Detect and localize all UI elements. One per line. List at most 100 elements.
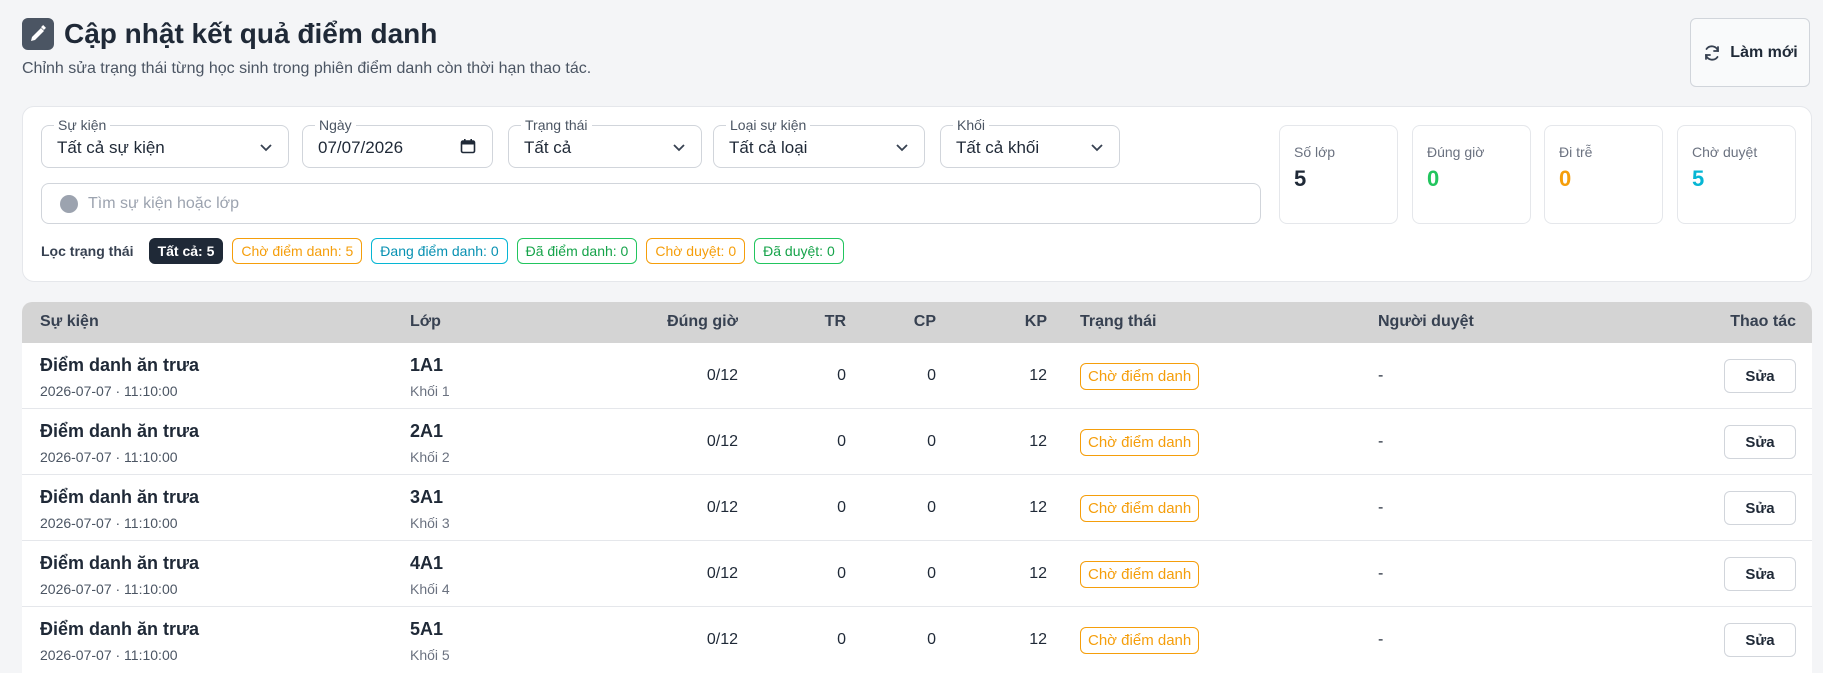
edit-button[interactable]: Sửa xyxy=(1724,557,1796,591)
status-chip[interactable]: Đã điểm danh: 0 xyxy=(516,238,638,264)
table-row: Điểm danh ăn trưa 2026-07-07 · 11:10:00 … xyxy=(22,475,1812,541)
table-row: Điểm danh ăn trưa 2026-07-07 · 11:10:00 … xyxy=(22,541,1812,607)
cp-count: 0 xyxy=(927,499,936,516)
stat-value: 0 xyxy=(1427,166,1440,191)
search-icon xyxy=(60,195,78,213)
page-header: Cập nhật kết quả điểm danh Chỉnh sửa trạ… xyxy=(22,18,1812,88)
refresh-label: Làm mới xyxy=(1730,43,1798,61)
stat-label: Đi trễ xyxy=(1559,144,1593,160)
status-badge: Chờ điểm danh xyxy=(1080,561,1200,588)
event-time: 2026-07-07 · 11:10:00 xyxy=(40,647,178,663)
edit-button[interactable]: Sửa xyxy=(1724,359,1796,393)
date-input[interactable]: Ngày 07/07/2026 xyxy=(302,117,493,168)
status-filter-chips: Lọc trạng thái Tất cả: 5 Chờ điểm danh: … xyxy=(41,238,844,264)
event-time: 2026-07-07 · 11:10:00 xyxy=(40,515,178,531)
event-select-value: Tất cả sự kiện xyxy=(57,138,165,157)
stat-label: Số lớp xyxy=(1294,144,1336,160)
cp-count: 0 xyxy=(927,367,936,384)
chevron-down-icon xyxy=(673,144,685,152)
class-grade: Khối 2 xyxy=(410,449,450,465)
filter-panel: Sự kiện Tất cả sự kiện Ngày 07/07/2026 T… xyxy=(22,106,1812,282)
cp-count: 0 xyxy=(927,631,936,648)
tr-count: 0 xyxy=(837,565,846,582)
status-badge: Chờ điểm danh xyxy=(1080,495,1200,522)
search-box xyxy=(41,183,1261,224)
event-name: Điểm danh ăn trưa xyxy=(40,553,200,573)
class-name: 5A1 xyxy=(410,619,444,639)
cp-count: 0 xyxy=(927,565,936,582)
event-type-select-value: Tất cả loại xyxy=(729,138,808,157)
table-header: Sự kiện Lớp Đúng giờ TR CP KP Trạng thái… xyxy=(22,302,1812,343)
col-on-time[interactable]: Đúng giờ xyxy=(667,313,738,331)
event-name: Điểm danh ăn trưa xyxy=(40,355,200,375)
class-grade: Khối 3 xyxy=(410,515,450,531)
approver: - xyxy=(1378,433,1384,450)
class-grade: Khối 4 xyxy=(410,581,450,597)
approver: - xyxy=(1378,499,1384,516)
class-name: 3A1 xyxy=(410,487,444,507)
refresh-icon xyxy=(1705,44,1720,61)
status-badge: Chờ điểm danh xyxy=(1080,363,1200,390)
col-class[interactable]: Lớp xyxy=(410,313,441,331)
edit-button[interactable]: Sửa xyxy=(1724,491,1796,525)
chevron-down-icon xyxy=(260,144,272,152)
chevron-down-icon xyxy=(896,144,908,152)
stat-value: 5 xyxy=(1294,166,1307,191)
kp-count: 12 xyxy=(1029,433,1047,450)
search-input[interactable] xyxy=(88,184,1248,223)
date-input-label: Ngày xyxy=(315,117,356,133)
status-filter-label: Lọc trạng thái xyxy=(41,243,134,259)
stat-card-late: Đi trễ 0 xyxy=(1544,125,1663,224)
on-time-count: 0/12 xyxy=(706,499,738,516)
on-time-count: 0/12 xyxy=(706,565,738,582)
status-select-label: Trạng thái xyxy=(521,117,592,133)
stat-card-pending: Chờ duyệt 5 xyxy=(1677,125,1796,224)
refresh-button[interactable]: Làm mới xyxy=(1690,18,1810,87)
status-chip[interactable]: Chờ duyệt: 0 xyxy=(646,238,746,264)
approver: - xyxy=(1378,631,1384,648)
stat-label: Đúng giờ xyxy=(1427,144,1485,160)
status-chip[interactable]: Đang điểm danh: 0 xyxy=(371,238,508,264)
approver: - xyxy=(1378,367,1384,384)
edit-button[interactable]: Sửa xyxy=(1724,425,1796,459)
status-chip[interactable]: Chờ điểm danh: 5 xyxy=(232,238,363,264)
tr-count: 0 xyxy=(837,433,846,450)
on-time-count: 0/12 xyxy=(706,433,738,450)
stat-card-on-time: Đúng giờ 0 xyxy=(1412,125,1531,224)
event-type-select-label: Loại sự kiện xyxy=(726,117,811,133)
class-name: 1A1 xyxy=(410,355,444,375)
stat-value: 0 xyxy=(1559,166,1572,191)
class-name: 2A1 xyxy=(410,421,444,441)
table-row: Điểm danh ăn trưa 2026-07-07 · 11:10:00 … xyxy=(22,409,1812,475)
table-body: Điểm danh ăn trưa 2026-07-07 · 11:10:00 … xyxy=(22,343,1812,673)
on-time-count: 0/12 xyxy=(706,367,738,384)
col-status[interactable]: Trạng thái xyxy=(1080,313,1156,331)
class-grade: Khối 1 xyxy=(410,383,450,399)
status-select[interactable]: Trạng thái Tất cả xyxy=(508,117,702,168)
col-tr[interactable]: TR xyxy=(825,313,846,331)
kp-count: 12 xyxy=(1029,499,1047,516)
event-select[interactable]: Sự kiện Tất cả sự kiện xyxy=(41,117,289,168)
status-chip[interactable]: Đã duyệt: 0 xyxy=(754,238,844,264)
col-event[interactable]: Sự kiện xyxy=(40,313,99,331)
col-kp[interactable]: KP xyxy=(1025,313,1047,331)
on-time-count: 0/12 xyxy=(706,631,738,648)
grade-select[interactable]: Khối Tất cả khối xyxy=(940,117,1120,168)
grade-select-value: Tất cả khối xyxy=(956,138,1040,157)
stat-label: Chờ duyệt xyxy=(1692,144,1758,160)
edit-button[interactable]: Sửa xyxy=(1724,623,1796,657)
calendar-icon[interactable] xyxy=(460,138,476,154)
page-title: Cập nhật kết quả điểm danh xyxy=(64,18,438,49)
tr-count: 0 xyxy=(837,367,846,384)
status-chip[interactable]: Tất cả: 5 xyxy=(148,238,224,264)
col-cp[interactable]: CP xyxy=(914,313,936,331)
col-approver[interactable]: Người duyệt xyxy=(1378,313,1474,331)
event-select-label: Sự kiện xyxy=(54,117,111,133)
table-row: Điểm danh ăn trưa 2026-07-07 · 11:10:00 … xyxy=(22,607,1812,673)
edit-icon xyxy=(22,18,54,50)
status-select-value: Tất cả xyxy=(524,138,572,157)
approver: - xyxy=(1378,565,1384,582)
status-badge: Chờ điểm danh xyxy=(1080,429,1200,456)
event-type-select[interactable]: Loại sự kiện Tất cả loại xyxy=(713,117,925,168)
event-name: Điểm danh ăn trưa xyxy=(40,487,200,507)
